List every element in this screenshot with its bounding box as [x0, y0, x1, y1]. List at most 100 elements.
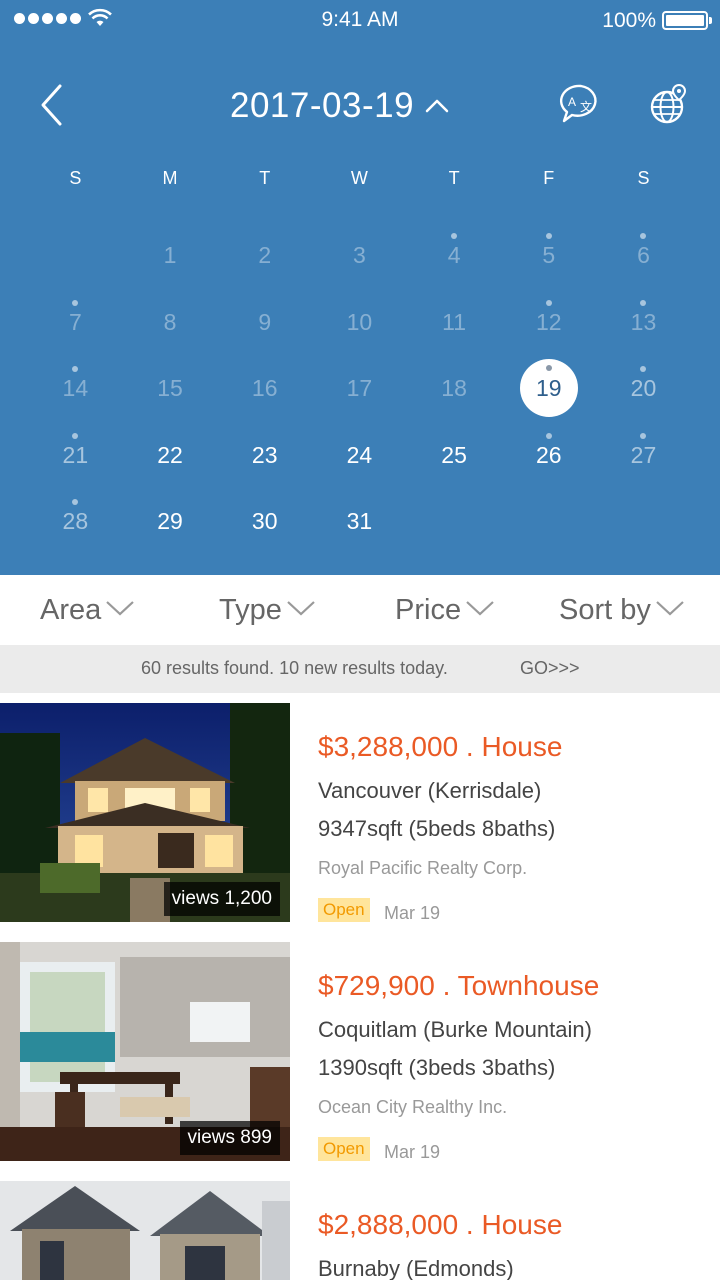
date-picker-toggle[interactable]: 2017-03-19 — [230, 84, 450, 128]
calendar-day[interactable]: 9 — [217, 289, 312, 356]
calendar-day-number: 30 — [251, 508, 278, 534]
calendar-day-number: 24 — [346, 441, 373, 468]
calendar-day[interactable]: 29 — [123, 488, 218, 555]
chevron-down-icon — [656, 601, 684, 616]
event-dot-icon — [72, 499, 79, 505]
calendar-day-number: 2 — [258, 242, 272, 268]
calendar-day[interactable]: 20 — [596, 355, 691, 422]
calendar-day[interactable]: 4 — [407, 222, 502, 289]
filter-type[interactable]: Type — [219, 575, 316, 645]
calendar-day[interactable]: 6 — [596, 222, 691, 289]
calendar-day[interactable]: 31 — [312, 488, 407, 555]
filter-price[interactable]: Price — [395, 575, 495, 645]
listing-price: $2,888,000 . House — [318, 1209, 563, 1240]
weekday-label: T — [259, 168, 271, 188]
event-dot-icon — [640, 233, 647, 239]
event-dot-icon — [545, 432, 552, 439]
listing-item[interactable]: views 899 $729,900 . Townhouse Coquitlam… — [0, 942, 720, 1162]
filter-sort-label: Sort by — [559, 593, 651, 626]
calendar-day-number: 19 — [535, 375, 562, 401]
calendar-day[interactable]: 17 — [312, 355, 407, 422]
calendar-day[interactable]: 23 — [217, 422, 312, 489]
calendar-day-number: 12 — [535, 308, 562, 335]
calendar-day-number: 4 — [447, 242, 461, 268]
listing-item[interactable]: views 1,200 $3,288,000 . House Vancouver… — [0, 703, 720, 923]
go-link[interactable]: GO>>> — [520, 658, 580, 679]
listing-date: Mar 19 — [384, 1142, 441, 1162]
event-dot-icon — [640, 366, 647, 372]
calendar-day-number: 27 — [630, 441, 657, 468]
calendar-day[interactable]: 10 — [312, 289, 407, 356]
listing-area: Coquitlam (Burke Mountain) — [318, 1017, 592, 1042]
calendar-day[interactable]: 28 — [28, 488, 123, 555]
calendar-day-number: 10 — [346, 308, 373, 335]
listing-item[interactable]: $2,888,000 . House Burnaby (Edmonds) — [0, 1181, 720, 1280]
calendar-day-number: 5 — [542, 242, 556, 268]
open-badge: Open — [318, 898, 370, 922]
calendar-day-number: 22 — [157, 441, 183, 468]
calendar-day[interactable]: 11 — [407, 289, 502, 356]
listing-price: $729,900 . Townhouse — [318, 970, 600, 1001]
calendar-day-number: 31 — [346, 508, 373, 534]
views-count: views 899 — [179, 1121, 280, 1155]
calendar-day[interactable]: 16 — [217, 355, 312, 422]
event-dot-icon — [640, 299, 647, 306]
calendar-day[interactable]: 25 — [407, 422, 502, 489]
calendar-day[interactable]: 1 — [123, 222, 218, 289]
listing-area: Burnaby (Edmonds) — [318, 1256, 514, 1280]
calendar-day-number: 14 — [62, 375, 89, 401]
calendar-day[interactable]: 24 — [312, 422, 407, 489]
weekday-header: S M T W T F S — [28, 168, 691, 189]
weekday-label: W — [350, 168, 368, 188]
calendar-day-number: 3 — [353, 242, 366, 268]
listing-size: 1390sqft (3beds 3baths) — [318, 1055, 556, 1080]
calendar-day-number: 23 — [251, 441, 278, 468]
event-dot-icon — [451, 233, 458, 239]
calendar-day[interactable]: 8 — [123, 289, 218, 356]
weekday-label: S — [69, 168, 82, 188]
calendar-day[interactable]: 18 — [407, 355, 502, 422]
calendar-day-number: 25 — [441, 441, 467, 468]
calendar-day[interactable]: 19 — [501, 355, 596, 422]
filter-area-label: Area — [40, 593, 102, 626]
filter-sort[interactable]: Sort by — [559, 575, 685, 645]
weekday-label: T — [448, 168, 460, 188]
calendar-day[interactable]: 21 — [28, 422, 123, 489]
calendar-day[interactable]: 13 — [596, 289, 691, 356]
filter-price-label: Price — [395, 593, 462, 626]
listing-date: Mar 19 — [384, 903, 441, 923]
translate-icon: A 文 — [559, 84, 597, 123]
calendar-day[interactable]: 5 — [501, 222, 596, 289]
location-button[interactable] — [648, 82, 690, 128]
results-count-text: 60 results found. 10 new results today. — [141, 658, 448, 678]
listing-agent: Ocean City Realthy Inc. — [318, 1097, 508, 1117]
calendar-day[interactable]: 2 — [217, 222, 312, 289]
chevron-down-icon — [287, 601, 315, 616]
listing-area: Vancouver (Kerrisdale) — [318, 778, 542, 803]
calendar-day-number: 13 — [630, 308, 657, 335]
selected-date: 2017-03-19 — [230, 86, 415, 125]
calendar-day[interactable]: 22 — [123, 422, 218, 489]
chevron-down-icon — [466, 601, 494, 616]
calendar-day-number: 11 — [442, 308, 467, 335]
event-dot-icon — [545, 365, 552, 371]
calendar-day-number: 26 — [535, 441, 562, 468]
calendar-day-number: 17 — [346, 375, 373, 401]
calendar-day[interactable]: 26 — [501, 422, 596, 489]
calendar-day[interactable]: 30 — [217, 488, 312, 555]
calendar-day-number: 15 — [157, 375, 183, 401]
calendar-day[interactable]: 15 — [123, 355, 218, 422]
nav-bar: 2017-03-19 A 文 — [0, 60, 720, 150]
listing-photo: views 1,200 — [0, 703, 290, 922]
translate-button[interactable]: A 文 — [558, 82, 604, 128]
calendar-day[interactable]: 14 — [28, 355, 123, 422]
filter-type-label: Type — [219, 593, 282, 626]
calendar-day[interactable]: 12 — [501, 289, 596, 356]
weekday-label: M — [162, 168, 178, 188]
calendar-day[interactable]: 3 — [312, 222, 407, 289]
calendar-day[interactable]: 27 — [596, 422, 691, 489]
back-button[interactable] — [30, 80, 74, 130]
calendar-day[interactable]: 7 — [28, 289, 123, 356]
listing-price: $3,288,000 . House — [318, 731, 563, 762]
filter-area[interactable]: Area — [40, 575, 135, 645]
